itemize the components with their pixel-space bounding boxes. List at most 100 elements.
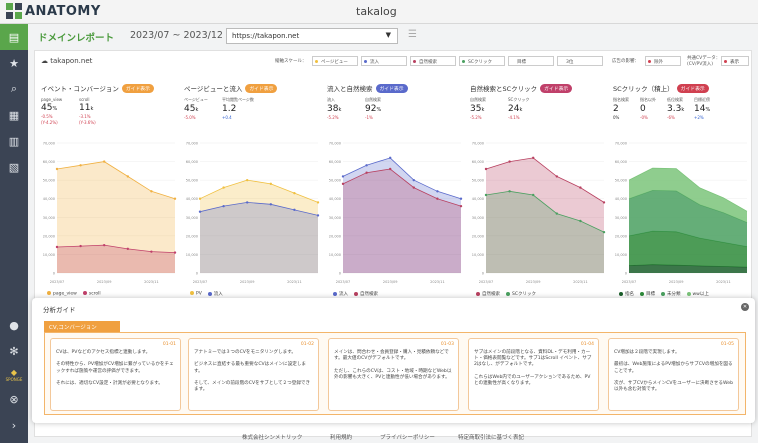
- data-point[interactable]: [365, 164, 368, 167]
- data-point[interactable]: [198, 197, 202, 200]
- metric-number: 0: [640, 104, 646, 114]
- metric-unit: k: [519, 107, 523, 113]
- data-point[interactable]: [532, 156, 535, 160]
- data-point[interactable]: [555, 175, 558, 178]
- cv-data-option[interactable]: 表示: [721, 56, 749, 66]
- footer-company-link[interactable]: 株式会社シンメトリック: [242, 433, 302, 441]
- data-point[interactable]: [365, 171, 368, 174]
- data-point[interactable]: [55, 245, 59, 249]
- data-point[interactable]: [79, 244, 82, 248]
- data-point[interactable]: [602, 230, 606, 234]
- sidebar-item-charts[interactable]: ▥: [0, 128, 28, 154]
- sidebar-item-account[interactable]: ●: [0, 312, 28, 338]
- data-point[interactable]: [103, 243, 106, 247]
- scale-option-organic[interactable]: 自然検索: [410, 56, 456, 66]
- y-tick-label: 10,000: [186, 253, 198, 257]
- data-point[interactable]: [412, 178, 415, 182]
- scale-option-goal[interactable]: 目標: [508, 56, 554, 66]
- url-select-value: https://takapon.net: [232, 32, 300, 40]
- data-point[interactable]: [150, 250, 153, 253]
- data-point[interactable]: [484, 193, 488, 197]
- data-point[interactable]: [602, 201, 606, 204]
- guide-show-button[interactable]: ガイド表示: [375, 83, 408, 93]
- data-point[interactable]: [293, 208, 296, 212]
- legend-item: scroll: [82, 291, 101, 297]
- footer-law-link[interactable]: 特定商取引法に基づく表記: [458, 433, 524, 441]
- footer-terms-link[interactable]: 利用規約: [330, 433, 352, 441]
- data-point[interactable]: [79, 164, 82, 167]
- data-point[interactable]: [579, 219, 582, 223]
- x-tick-label: 2023/07: [622, 280, 637, 284]
- x-tick-label: 2023/07: [336, 280, 351, 284]
- data-point[interactable]: [173, 197, 177, 200]
- data-point[interactable]: [103, 160, 106, 163]
- footer-privacy-link[interactable]: プライバシーポリシー: [380, 433, 435, 441]
- data-point[interactable]: [508, 160, 511, 163]
- data-point[interactable]: [55, 167, 59, 171]
- data-point[interactable]: [316, 214, 320, 217]
- data-point[interactable]: [389, 156, 392, 160]
- sidebar-item-settings[interactable]: ✻: [0, 338, 28, 364]
- data-point[interactable]: [436, 197, 439, 200]
- data-point[interactable]: [459, 197, 463, 200]
- sidebar-expand[interactable]: ›: [0, 412, 28, 438]
- metric-number: 1.2: [222, 104, 237, 114]
- scale-option-sc-click[interactable]: SCクリック: [459, 56, 505, 66]
- guide-show-button[interactable]: ガイド表示: [245, 83, 278, 93]
- data-point[interactable]: [246, 201, 249, 204]
- data-point[interactable]: [269, 203, 272, 206]
- data-point[interactable]: [459, 204, 463, 208]
- data-point[interactable]: [389, 167, 392, 171]
- legend-item: 指名: [619, 291, 634, 297]
- data-point[interactable]: [316, 201, 320, 204]
- scale-option-inflow[interactable]: 流入: [361, 56, 407, 66]
- close-icon[interactable]: ✕: [741, 303, 749, 311]
- app-logo[interactable]: ANATOMY: [6, 3, 101, 19]
- scale-option-label: 自然検索: [419, 60, 437, 65]
- guide-show-button[interactable]: ガイド表示: [676, 83, 709, 93]
- data-point[interactable]: [150, 190, 153, 193]
- data-point[interactable]: [126, 247, 129, 251]
- guide-show-button[interactable]: ガイド表示: [540, 83, 573, 93]
- scale-option-label: 目標: [517, 60, 526, 65]
- scale-option-rank[interactable]: 3位: [557, 56, 603, 66]
- data-point[interactable]: [341, 182, 345, 186]
- data-point[interactable]: [484, 167, 488, 171]
- data-point[interactable]: [126, 175, 129, 178]
- menu-icon[interactable]: ☰: [408, 29, 417, 40]
- data-point[interactable]: [269, 182, 272, 186]
- guide-title: 分析ガイド: [43, 306, 76, 314]
- data-point[interactable]: [436, 190, 439, 193]
- data-point[interactable]: [341, 175, 345, 178]
- data-point[interactable]: [508, 190, 511, 193]
- guide-tab[interactable]: CV,コンバージョン: [44, 321, 120, 332]
- sidebar-item-pages[interactable]: ▦: [0, 102, 28, 128]
- report-period[interactable]: 2023/07 ~ 2023/12: [130, 30, 223, 41]
- guide-show-button[interactable]: ガイド表示: [121, 83, 154, 93]
- sidebar-item-favorites[interactable]: ★: [0, 50, 28, 76]
- data-point[interactable]: [222, 186, 225, 189]
- sidebar-item-sponge[interactable]: ◆ SPONGE: [0, 364, 28, 386]
- ad-impact-option[interactable]: 除外: [645, 56, 681, 66]
- x-tick-label: 2023/09: [97, 280, 112, 284]
- data-point[interactable]: [222, 204, 225, 208]
- sidebar-item-reports[interactable]: ▧: [0, 154, 28, 180]
- data-point[interactable]: [173, 251, 177, 254]
- data-point[interactable]: [198, 210, 202, 213]
- scale-option-pageview[interactable]: ページビュー: [312, 56, 358, 66]
- metric-unit: k: [195, 107, 199, 113]
- data-point[interactable]: [579, 186, 582, 189]
- data-point[interactable]: [246, 178, 249, 182]
- legend-dot-icon: [190, 291, 194, 295]
- sidebar-item-logout[interactable]: ⊗: [0, 386, 28, 412]
- metric-unit: k: [681, 107, 685, 113]
- sidebar-item-search-analysis[interactable]: ⌕: [0, 76, 28, 102]
- data-point[interactable]: [555, 212, 558, 215]
- sidebar-item-domain-report[interactable]: ▤: [0, 24, 28, 50]
- metric-label: 低位検索: [667, 97, 683, 102]
- data-point[interactable]: [532, 193, 535, 197]
- data-point[interactable]: [293, 191, 296, 195]
- url-select[interactable]: https://takapon.net ▼: [226, 28, 398, 44]
- metric: 指名以外 0 -0%: [640, 97, 668, 120]
- data-point[interactable]: [412, 186, 415, 189]
